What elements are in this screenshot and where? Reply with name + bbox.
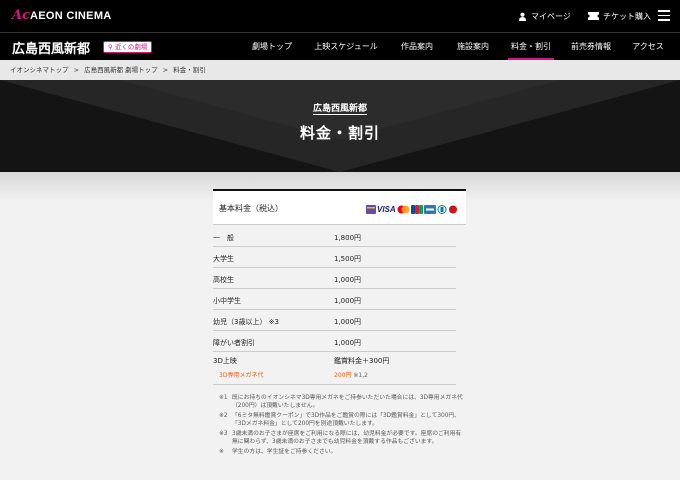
mypage-label: マイページ [531, 11, 571, 21]
page-title: 料金・割引 [299, 124, 380, 142]
row-value: 鑑賞料金＋300円 [334, 357, 390, 365]
table-row-3d: 3D上映 鑑賞料金＋300円 3D専用メガネ代 200円 ※1,2 [213, 352, 456, 385]
jcb-icon [410, 205, 423, 214]
table-row: 小中学生 1,000円 [213, 289, 456, 310]
hero-underline [313, 114, 367, 115]
logo-mark-icon: Ac [12, 8, 31, 23]
aeon-cinema-logo[interactable]: Ac AEON CINEMA [12, 8, 112, 24]
breadcrumb-separator: > [162, 66, 169, 74]
row-value: 1,000円 [334, 297, 362, 305]
note-text: 学生の方は、学生証をご持参ください。 [232, 449, 337, 455]
list-item: ※2 「6ミタ無料鑑賞クーポン」で3D作品をご鑑賞の際には「3D鑑賞料金」として… [219, 412, 464, 428]
row-label: 高校生 [213, 276, 234, 284]
payment-icons: VISA [366, 204, 458, 215]
user-icon [518, 12, 527, 21]
breadcrumb: イオンシネマトップ > 広島西風新都 劇場トップ > 料金・割引 [0, 60, 680, 80]
nav-movies[interactable]: 作品案内 [394, 33, 440, 61]
pin-icon: ⚲ [108, 43, 113, 51]
breadcrumb-home[interactable]: イオンシネマトップ [10, 66, 69, 74]
nearby-theater-button[interactable]: ⚲ 近くの劇場 [103, 41, 153, 53]
card-generic-icon [366, 205, 376, 214]
nav-pricing[interactable]: 料金・割引 [508, 33, 554, 61]
list-item: ※3 3歳未満のお子さまが座席をご利用になる際には、幼児料金が必要です。座席のご… [219, 430, 464, 446]
breadcrumb-current: 料金・割引 [173, 66, 206, 74]
theater-nav: 広島西風新都 ⚲ 近くの劇場 劇場トップ 上映スケジュール 作品案内 施設案内 … [0, 32, 680, 61]
note-mark: ※3 [219, 431, 228, 437]
table-row: 一 般 1,800円 [213, 226, 456, 247]
visa-icon: VISA [377, 205, 396, 214]
table-row: 幼児（3歳以上） ※3 1,000円 [213, 310, 456, 331]
hero-banner: 広島西風新都 料金・割引 [0, 80, 680, 172]
note-mark: ※1 [219, 395, 228, 401]
glasses-price: 200円 ※1,2 [334, 370, 368, 379]
row-label: 幼児（3歳以上） ※3 [213, 318, 279, 326]
note-mark: ※2 [219, 413, 228, 419]
waon-icon [448, 205, 457, 214]
glasses-label: 3D専用メガネ代 [219, 372, 264, 379]
row-value: 1,500円 [334, 255, 362, 263]
row-label: 3D上映 [213, 357, 237, 365]
diners-icon [437, 205, 447, 214]
note-mark: ※ [219, 449, 224, 455]
row-label: 大学生 [213, 255, 234, 263]
nav-facilities[interactable]: 施設案内 [450, 33, 496, 61]
row-label: 小中学生 [213, 297, 241, 305]
ticket-purchase-link[interactable]: チケット購入 [588, 10, 651, 22]
amex-icon [423, 205, 436, 214]
ticket-label: チケット購入 [603, 11, 651, 21]
pricing-header: 基本料金（税込） VISA [213, 189, 466, 225]
nav-advance-tickets[interactable]: 前売券情報 [566, 33, 616, 61]
glasses-note: ※1,2 [353, 372, 368, 379]
notes: ※1 既にお持ちのイオンシネマ3D専用メガネをご持参いただいた場合には、3D専用… [219, 394, 464, 458]
row-value: 1,800円 [334, 234, 362, 242]
pricing-heading: 基本料金（税込） [219, 204, 283, 213]
logo-text: AEON CINEMA [30, 10, 112, 22]
mastercard-icon [397, 205, 410, 214]
mypage-link[interactable]: マイページ [518, 10, 571, 22]
glasses-value: 200円 [334, 372, 352, 379]
table-row: 障がい者割引 1,000円 [213, 331, 456, 352]
note-text: 「6ミタ無料鑑賞クーポン」で3D作品をご鑑賞の際には「3D鑑賞料金」として300… [232, 413, 460, 427]
nearby-label: 近くの劇場 [114, 43, 148, 51]
row-label: 一 般 [213, 234, 234, 242]
row-value: 1,000円 [334, 276, 362, 284]
nav-access[interactable]: アクセス [627, 33, 669, 61]
top-bar: Ac AEON CINEMA マイページ チケット購入 [0, 0, 680, 32]
list-item: ※ 学生の方は、学生証をご持参ください。 [219, 448, 464, 456]
breadcrumb-theater[interactable]: 広島西風新都 劇場トップ [84, 66, 158, 74]
table-row: 大学生 1,500円 [213, 247, 456, 268]
nav-theater-top[interactable]: 劇場トップ [246, 33, 298, 61]
ticket-icon [588, 12, 599, 20]
theater-name[interactable]: 広島西風新都 [12, 38, 90, 57]
note-text: 既にお持ちのイオンシネマ3D専用メガネをご持参いただいた場合には、3D専用メガネ… [232, 395, 463, 409]
table-row: 高校生 1,000円 [213, 268, 456, 289]
list-item: ※1 既にお持ちのイオンシネマ3D専用メガネをご持参いただいた場合には、3D専用… [219, 394, 464, 410]
breadcrumb-separator: > [73, 66, 80, 74]
row-value: 1,000円 [334, 339, 362, 347]
row-label: 障がい者割引 [213, 339, 255, 347]
hero-subtitle: 広島西風新都 [312, 104, 367, 114]
menu-icon[interactable] [658, 10, 670, 21]
nav-schedule[interactable]: 上映スケジュール [309, 33, 383, 61]
row-value: 1,000円 [334, 318, 362, 326]
note-text: 3歳未満のお子さまが座席をご利用になる際には、幼児料金が必要です。座席のご利用有… [232, 431, 462, 445]
